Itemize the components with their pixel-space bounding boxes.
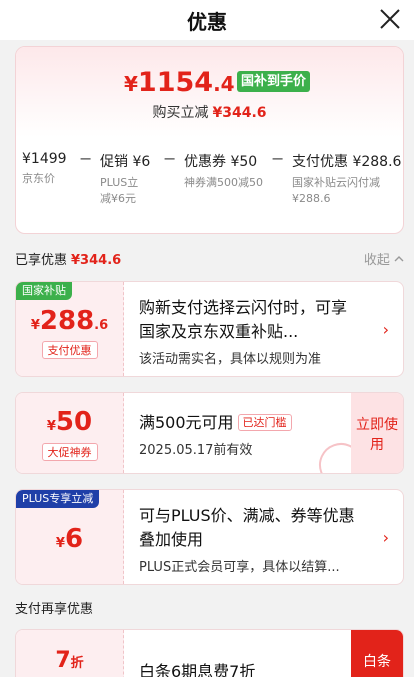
final-price: ¥1154.4 [124,67,235,98]
baitiao-button[interactable]: 白条 [351,630,403,677]
minus-operator: − [79,149,93,168]
close-icon[interactable] [378,7,402,31]
minus-operator: − [163,149,177,168]
baitiao-title: 白条6期息费7折 [139,662,256,677]
breakdown-jd-price: ¥1499 京东价 [22,151,67,185]
national-subsidy-tag: 国家补贴 [16,282,72,300]
breakdown-payment: 支付优惠 ¥288.6 国家补贴云闪付减¥288.6 [292,154,402,205]
offer-plus[interactable]: PLUS专享立减 ¥6 可与PLUS价、满减、券等优惠叠加使用 PLUS正式会员… [15,489,404,585]
offer-baitiao[interactable]: 7折 白条6期息费7折 白条 [15,629,404,677]
plus-desc: PLUS正式会员可享，具体以结算... [139,560,340,575]
coupon-expiry: 2025.05.17前有效 [139,443,253,458]
use-now-button[interactable]: 立即使用 [351,393,403,473]
chevron-right-icon: › [382,320,389,339]
subsidy-desc: 该活动需实名，具体以规则为准 [139,352,322,367]
offer-national-subsidy[interactable]: 国家补贴 ¥288.6 支付优惠 购新支付选择云闪付时，可享国家及京东双重补贴.… [15,281,404,377]
subsidy-price-badge: 国补到手价 [237,71,311,92]
payment-extra-label: 支付再享优惠 [15,602,94,617]
coupon-type-label: 大促神券 [41,443,98,461]
minus-operator: − [271,149,285,168]
threshold-reached-badge: 已达门槛 [237,414,292,431]
plus-title: 可与PLUS价、满减、券等优惠叠加使用 [139,506,355,549]
offer-coupon[interactable]: ¥50 大促神券 满500元可用 已达门槛 2025.05.17前有效 立即使用 [15,392,404,474]
collapse-button[interactable]: 收起 [364,249,404,268]
coupon-condition: 满500元可用 [139,413,234,432]
price-summary-card: ¥1154.4 国补到手价 购买立减 ¥344.6 ¥1499 京东价 − 促销 … [15,46,404,234]
payment-discount-label: 支付优惠 [41,341,98,359]
baitiao-discount: 7折 [55,648,84,673]
subsidy-title: 购新支付选择云闪付时，可享国家及京东双重补贴... [139,298,348,341]
chevron-up-icon [394,256,404,262]
breakdown-coupon: 优惠券 ¥50 神券满500减50 [184,154,263,189]
chevron-right-icon: › [382,528,389,547]
reduce-line: 购买立减 ¥344.6 [152,105,267,121]
enjoyed-discount-label: 已享优惠 ¥344.6 [15,253,122,268]
plus-amount: ¥6 [55,524,84,554]
page-title: 优惠 [187,10,227,34]
header: 优惠 [0,0,414,40]
plus-tag: PLUS专享立减 [16,490,100,508]
subsidy-amount: ¥288.6 [30,306,109,336]
breakdown-promotion: 促销 ¥6 PLUS立减¥6元 [100,154,151,205]
coupon-amount: ¥50 [46,407,93,437]
